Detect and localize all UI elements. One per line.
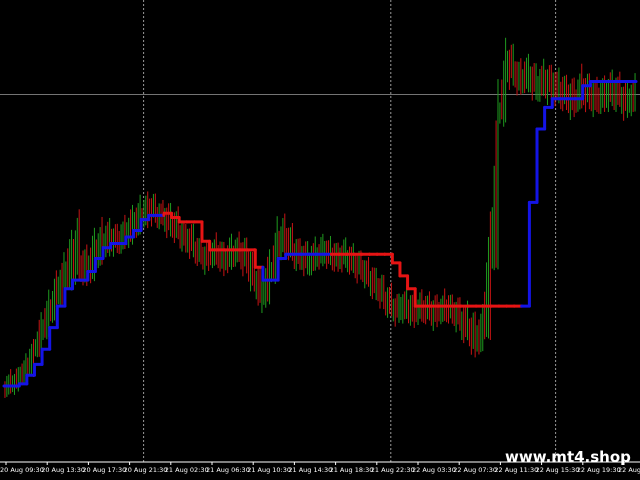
tick-label: 22 Aug 07:30: [453, 466, 497, 474]
tick-label: 22 Aug 11:30: [494, 466, 538, 474]
tick-label: 22 Aug 23:30: [618, 466, 640, 474]
tick-label: 22 Aug 19:30: [577, 466, 621, 474]
tick-label: 21 Aug 02:30: [165, 466, 209, 474]
tick-label: 22 Aug 03:30: [412, 466, 456, 474]
tick-label: 20 Aug 21:30: [124, 466, 168, 474]
tick-label: 21 Aug 10:30: [247, 466, 291, 474]
tick-label: 21 Aug 06:30: [206, 466, 250, 474]
tick-label: 22 Aug 15:30: [536, 466, 580, 474]
tick-label: 20 Aug 09:30: [0, 466, 44, 474]
tick-label: 20 Aug 17:30: [82, 466, 126, 474]
tick-label: 21 Aug 22:30: [371, 466, 415, 474]
tick-label: 21 Aug 18:30: [330, 466, 374, 474]
price-chart[interactable]: 20 Aug 09:30 20 Aug 13:30 20 Aug 17:30 20 A…: [0, 0, 640, 480]
chart-canvas[interactable]: 20 Aug 09:3020 Aug 13:3020 Aug 17:3020 A…: [0, 0, 640, 480]
tick-label: 21 Aug 14:30: [288, 466, 332, 474]
tick-label: 20 Aug 13:30: [41, 466, 85, 474]
watermark-text: www.mt4.shop: [505, 448, 631, 466]
